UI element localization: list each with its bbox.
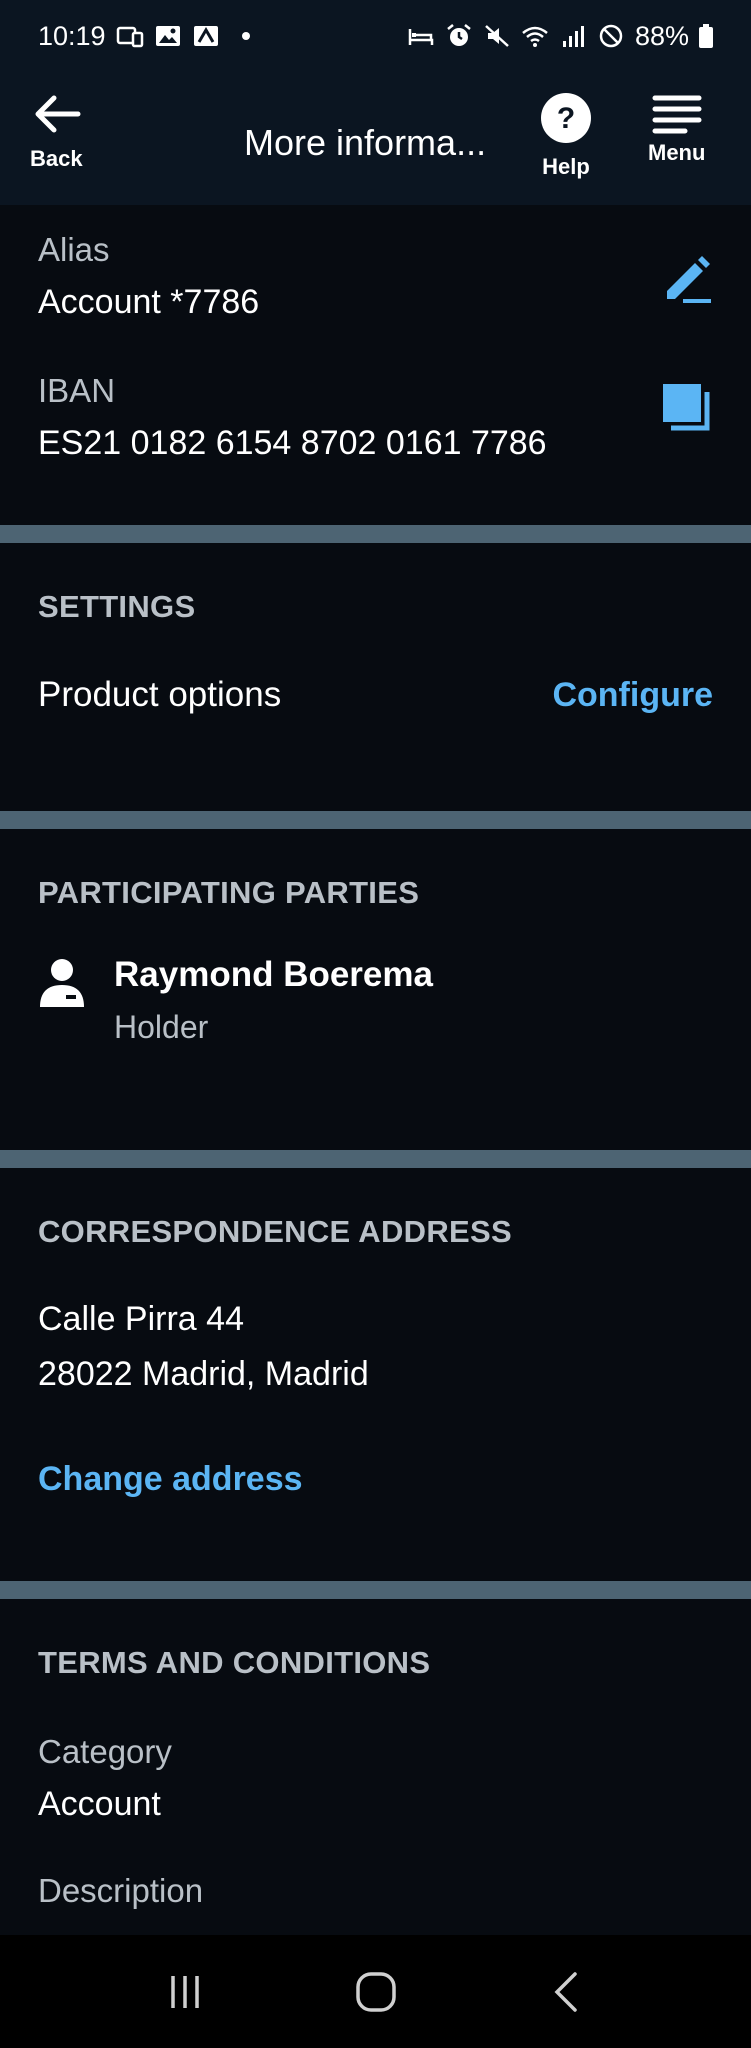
svg-text:?: ? <box>557 102 575 135</box>
iban-label: IBAN <box>38 372 116 409</box>
address-line-2: 28022 Madrid, Madrid <box>38 1355 369 1393</box>
alarm-icon <box>447 24 471 46</box>
back-arrow-icon <box>35 95 81 133</box>
menu-label: Menu <box>648 140 706 165</box>
signal-icon <box>562 26 584 47</box>
battery-percent: 88% <box>634 20 689 51</box>
parties-heading: PARTICIPATING PARTIES <box>38 875 420 910</box>
correspondence-heading: CORRESPONDENCE ADDRESS <box>38 1214 512 1249</box>
terms-section: TERMS AND CONDITIONS Category Account De… <box>0 1599 751 1959</box>
notification-dot-icon <box>241 32 250 40</box>
settings-heading: SETTINGS <box>38 589 196 624</box>
correspondence-section: CORRESPONDENCE ADDRESS Calle Pirra 44 28… <box>0 1168 751 1581</box>
participating-parties-section: PARTICIPATING PARTIES Raymond Boerema Ho… <box>0 829 751 1150</box>
section-divider <box>0 1150 751 1168</box>
copy-icon[interactable] <box>661 382 713 434</box>
back-button[interactable]: Back <box>30 92 83 172</box>
gallery-icon <box>155 26 180 46</box>
description-label: Description <box>38 1872 204 1909</box>
wifi-icon <box>522 26 548 47</box>
party-name: Raymond Boerema <box>114 955 433 994</box>
party-role: Holder <box>114 1009 209 1045</box>
sleep-mode-icon <box>408 29 434 45</box>
app-notification-icon <box>193 26 218 46</box>
page-content: Alias Account *7786 IBAN ES21 0182 6154 … <box>0 205 751 1959</box>
product-options-label: Product options <box>38 675 282 714</box>
product-options-row: Product options Configure <box>38 675 713 715</box>
home-icon[interactable] <box>354 1970 398 2014</box>
battery-icon <box>699 24 713 48</box>
change-address-link[interactable]: Change address <box>38 1460 713 1499</box>
screen-mirror-icon <box>116 26 143 48</box>
category-label: Category <box>38 1733 172 1770</box>
section-divider <box>0 1581 751 1599</box>
user-avatar-icon <box>40 959 84 1007</box>
data-saver-icon <box>599 24 623 48</box>
system-nav-bar <box>0 1935 751 2048</box>
back-label: Back <box>30 146 83 171</box>
configure-link[interactable]: Configure <box>552 676 713 715</box>
recent-apps-icon[interactable] <box>165 1972 205 2012</box>
edit-pencil-icon[interactable] <box>661 253 713 305</box>
section-divider <box>0 525 751 543</box>
page-title: More informa... <box>244 122 487 163</box>
section-divider <box>0 811 751 829</box>
alias-value: Account *7786 <box>38 283 260 321</box>
alias-label: Alias <box>38 231 110 268</box>
menu-icon <box>652 95 702 134</box>
help-icon: ? <box>541 93 591 143</box>
address-line-1: Calle Pirra 44 <box>38 1300 244 1338</box>
category-value: Account <box>38 1785 161 1823</box>
menu-button[interactable]: Menu <box>648 92 705 166</box>
help-label: Help <box>542 154 590 179</box>
back-nav-icon[interactable] <box>547 1970 587 2014</box>
status-bar: 10:19 88% <box>0 0 751 72</box>
alias-row: Alias Account *7786 <box>38 205 713 322</box>
account-section: Alias Account *7786 IBAN ES21 0182 6154 … <box>0 205 751 525</box>
party-item: Raymond Boerema Holder <box>38 955 713 1046</box>
help-button[interactable]: ? Help <box>540 92 592 180</box>
app-header: Back More informa... ? Help Menu <box>0 72 751 205</box>
status-time: 10:19 <box>38 20 106 51</box>
settings-section: SETTINGS Product options Configure <box>0 543 751 811</box>
iban-value: ES21 0182 6154 8702 0161 7786 <box>38 424 547 462</box>
mute-icon <box>485 25 509 47</box>
terms-heading: TERMS AND CONDITIONS <box>38 1645 431 1680</box>
iban-row: IBAN ES21 0182 6154 8702 0161 7786 <box>38 372 713 463</box>
